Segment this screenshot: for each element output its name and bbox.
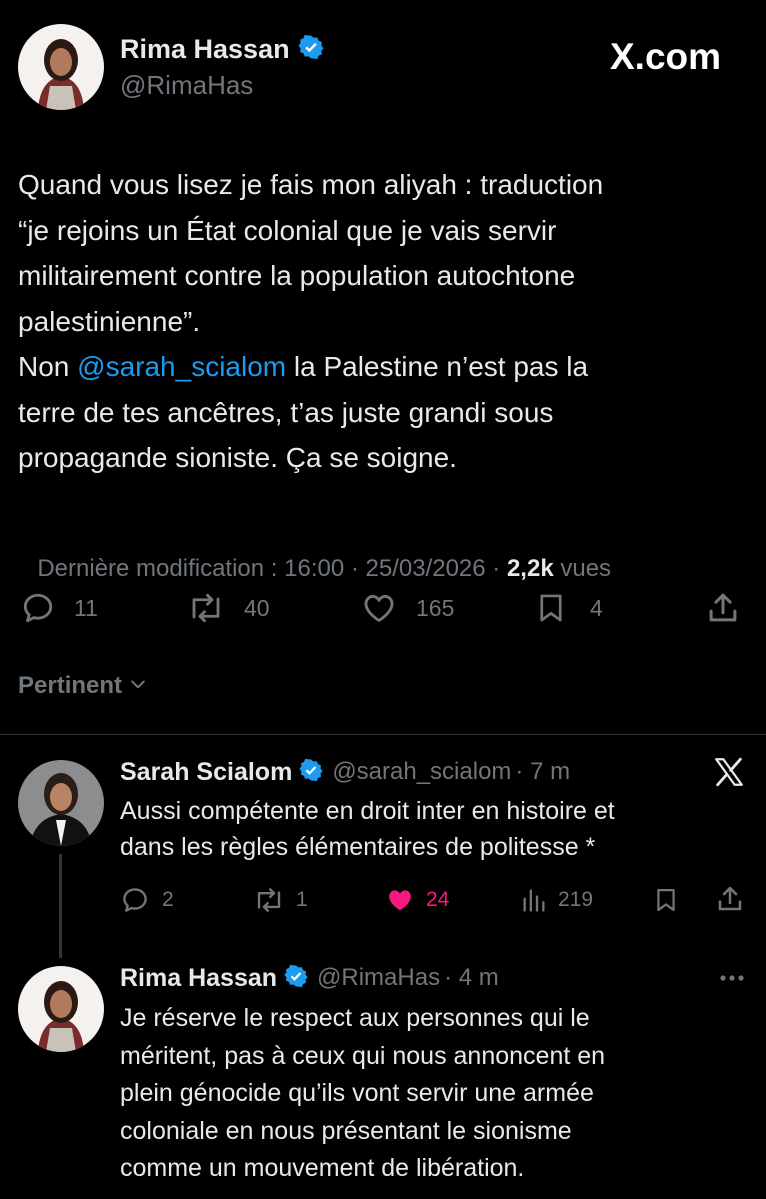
heart-icon: [360, 590, 398, 626]
reply-line: plein génocide qu’ils vont servir une ar…: [120, 1079, 594, 1107]
views-label: vues: [553, 555, 612, 582]
tweet-line: militairement contre la population autoc…: [18, 260, 576, 291]
like-count: 24: [426, 888, 450, 911]
reply-avatar[interactable]: [18, 966, 104, 1052]
repost-count: 1: [296, 888, 308, 911]
share-icon: [704, 589, 742, 627]
reply-avatar[interactable]: [18, 760, 104, 846]
x-logo-icon: [712, 755, 746, 794]
reply1-text: Aussi compétente en droit inter en histo…: [120, 793, 760, 865]
bookmark-button[interactable]: [652, 884, 680, 916]
share-icon: [714, 883, 746, 915]
repost-button[interactable]: 1: [252, 884, 308, 916]
meta-separator: ·: [485, 555, 507, 582]
avatar-image: [18, 24, 104, 110]
heart-filled-icon: [384, 885, 416, 915]
tweet-line-suffix: la Palestine n’est pas la: [286, 351, 589, 382]
tweet-meta: Dernière modification : 16:00 · 25/03/20…: [24, 527, 611, 583]
reply-line: méritent, pas à ceux qui nous annoncent …: [120, 1041, 606, 1070]
divider: [0, 734, 766, 735]
reply2-author-name[interactable]: Rima Hassan: [120, 964, 277, 993]
share-button[interactable]: [704, 590, 742, 626]
edit-timestamp[interactable]: Dernière modification : 16:00 · 25/03/20…: [37, 555, 485, 582]
repost-count: 40: [244, 594, 270, 621]
reply2-time[interactable]: · 4 m: [444, 964, 499, 992]
bookmark-icon: [534, 590, 568, 626]
thread-line: [59, 854, 62, 958]
mention-link[interactable]: @sarah_scialom: [77, 351, 286, 382]
reply2-handle[interactable]: @RimaHas: [317, 964, 440, 992]
reply1-header: Sarah Scialom @sarah_scialom · 7 m: [120, 756, 570, 788]
reply-line: coloniale en nous présentant le sionisme: [120, 1116, 572, 1145]
reply1-time[interactable]: · 7 m: [515, 758, 570, 786]
reply1-author-name[interactable]: Sarah Scialom: [120, 758, 292, 787]
verified-badge-icon: [299, 758, 323, 787]
reply1-handle[interactable]: @sarah_scialom: [332, 758, 511, 786]
sort-label: Pertinent: [18, 672, 123, 699]
author-name-row: Rima Hassan: [120, 32, 324, 66]
reply-count: 11: [74, 594, 98, 621]
reply-line: Je réserve le respect aux personnes qui …: [120, 1004, 590, 1032]
x-brand-logo: X.com: [610, 36, 722, 77]
reply-line: Aussi compétente en droit inter en histo…: [120, 797, 615, 825]
repost-icon: [186, 590, 226, 626]
reply-icon: [20, 590, 56, 626]
repost-button[interactable]: 40: [186, 590, 270, 626]
repost-icon: [252, 885, 286, 915]
views-count: 219: [558, 888, 594, 911]
bookmark-count: 4: [590, 594, 603, 621]
reply-button[interactable]: 2: [120, 884, 174, 916]
tweet-line: Non @sarah_scialom la Palestine n’est pa…: [18, 344, 758, 390]
analytics-icon: [520, 885, 548, 915]
reply-avatar-image: [18, 966, 104, 1052]
reply2-header: Rima Hassan @RimaHas · 4 m: [120, 962, 499, 994]
reply-line: dans les règles élémentaires de politess…: [120, 833, 596, 861]
bookmark-icon: [652, 885, 680, 915]
tweet-line-prefix: Non: [18, 351, 78, 382]
reply2-text: Je réserve le respect aux personnes qui …: [120, 1000, 760, 1188]
reply-count: 2: [162, 888, 174, 911]
tweet-text: Quand vous lisez je fais mon aliyah : tr…: [18, 162, 758, 481]
author-handle[interactable]: @RimaHas: [120, 70, 253, 101]
chevron-down-icon: [128, 674, 148, 699]
reply-icon: [120, 885, 150, 915]
bookmark-button[interactable]: 4: [534, 590, 603, 626]
sort-dropdown[interactable]: Pertinent: [18, 672, 148, 700]
tweet-line: terre de tes ancêtres, t’as juste grandi…: [18, 396, 554, 428]
verified-badge-icon: [298, 34, 324, 65]
views-count: 2,2k: [506, 555, 554, 582]
reply-avatar-image: [18, 760, 104, 846]
share-button[interactable]: [714, 882, 746, 916]
like-button[interactable]: 24: [384, 884, 449, 916]
author-name[interactable]: Rima Hassan: [120, 34, 290, 65]
tweet-line: Quand vous lisez je fais mon aliyah : tr…: [18, 169, 604, 200]
verified-badge-icon: [284, 964, 308, 993]
reply-button[interactable]: 11: [20, 590, 98, 626]
tweet-line: palestinienne”.: [18, 305, 201, 337]
tweet-line: propagande sioniste. Ça se soigne.: [18, 442, 457, 473]
views-button[interactable]: 219: [520, 884, 593, 916]
like-count: 165: [416, 594, 455, 621]
more-options-icon[interactable]: [718, 968, 746, 993]
tweet-line: “je rejoins un État colonial que je vais…: [18, 214, 557, 246]
avatar[interactable]: [18, 24, 104, 110]
like-button[interactable]: 165: [360, 590, 454, 626]
reply-line: comme un mouvement de libération.: [120, 1154, 525, 1182]
